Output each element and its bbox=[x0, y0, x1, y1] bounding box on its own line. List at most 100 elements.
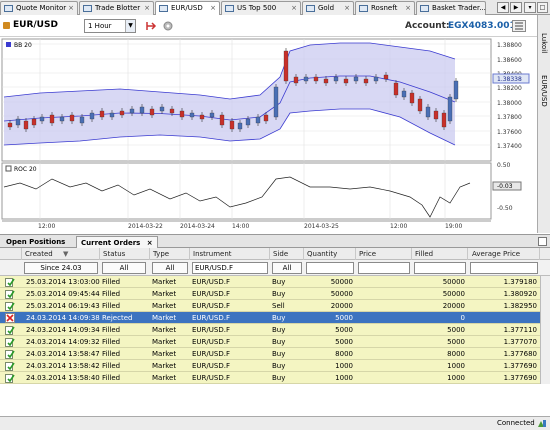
chart-icon bbox=[225, 5, 234, 12]
tab-us-top-500[interactable]: US Top 500 × bbox=[221, 1, 301, 15]
side-tab-lukoil[interactable]: Lukoil bbox=[540, 33, 548, 53]
scroll-right-icon[interactable]: ▶ bbox=[510, 2, 522, 13]
filter-type-button[interactable]: All bbox=[152, 262, 188, 274]
filter-created-button[interactable]: Since 24.03 bbox=[24, 262, 98, 274]
tab-eurusd[interactable]: EUR/USD × bbox=[155, 1, 220, 15]
draw-tool-icon[interactable] bbox=[145, 20, 157, 32]
cell-side: Buy bbox=[272, 278, 286, 286]
close-icon[interactable]: × bbox=[144, 2, 150, 15]
tab-gold[interactable]: Gold × bbox=[302, 1, 354, 15]
cell-filled: 50000 bbox=[442, 278, 465, 286]
cell-type: Market bbox=[152, 338, 177, 346]
cell-filled: 1000 bbox=[447, 362, 465, 370]
settings-gear-icon[interactable] bbox=[162, 20, 174, 32]
header-filled[interactable]: Filled bbox=[412, 248, 468, 260]
header-quantity[interactable]: Quantity bbox=[304, 248, 356, 260]
close-icon[interactable]: × bbox=[344, 2, 350, 15]
table-row[interactable]: 25.03.2014 06:19:43 Filled Market EUR/USD.F… bbox=[0, 300, 540, 312]
filter-filled-input[interactable] bbox=[414, 262, 466, 274]
filter-row: Since 24.03 All All EUR/USD.F All bbox=[0, 260, 550, 276]
close-icon[interactable]: × bbox=[68, 2, 74, 15]
table-row[interactable]: 24.03.2014 14:09:34 Filled Market EUR/USD.F… bbox=[0, 324, 540, 336]
cell-instrument: EUR/USD.F bbox=[192, 338, 230, 346]
table-row[interactable]: 25.03.2014 09:45:44 Filled Market EUR/USD.F… bbox=[0, 288, 540, 300]
price-tick: 1.37400 bbox=[497, 143, 522, 150]
maximize-icon[interactable]: □ bbox=[537, 2, 548, 13]
cell-quantity: 1000 bbox=[335, 362, 353, 370]
account-label: Account: bbox=[405, 21, 450, 31]
tab-quote-monitor[interactable]: Quote Monitor × bbox=[0, 1, 78, 15]
cell-price bbox=[356, 372, 412, 384]
roc-pane[interactable] bbox=[1, 162, 492, 220]
filled-order-icon bbox=[5, 349, 15, 359]
header-average-price[interactable]: Average Price bbox=[468, 248, 540, 260]
timeframe-select[interactable]: 1 Hour ▼ bbox=[84, 19, 136, 33]
table-scrollbar[interactable] bbox=[540, 276, 550, 384]
cell-avg: 1.377690 bbox=[503, 362, 537, 370]
time-tick: 14:00 bbox=[232, 223, 249, 230]
cell-quantity: 50000 bbox=[330, 278, 353, 286]
connection-status: Connected bbox=[497, 419, 535, 427]
cell-avg: 1.380920 bbox=[503, 290, 537, 298]
close-icon[interactable]: × bbox=[405, 2, 411, 15]
header-status[interactable]: Status bbox=[100, 248, 150, 260]
cell-instrument: EUR/USD.F bbox=[192, 362, 230, 370]
symbol-label: EUR/USD bbox=[13, 20, 58, 30]
tab-open-positions[interactable]: Open Positions bbox=[2, 236, 69, 248]
tab-list-icon[interactable]: ▾ bbox=[524, 2, 536, 13]
price-tick: 1.37800 bbox=[497, 114, 522, 121]
quote-monitor-icon bbox=[4, 5, 13, 12]
side-tab-eurusd[interactable]: EUR/USD bbox=[540, 75, 548, 107]
cell-created: 25.03.2014 09:45:44 bbox=[26, 290, 100, 298]
tab-rosneft[interactable]: Rosneft × bbox=[355, 1, 415, 15]
cell-created: 24.03.2014 14:09:34 bbox=[26, 326, 100, 334]
tab-trade-blotter[interactable]: Trade Blotter × bbox=[79, 1, 154, 15]
header-side[interactable]: Side bbox=[270, 248, 304, 260]
cell-side: Sell bbox=[272, 302, 285, 310]
cell-type: Market bbox=[152, 362, 177, 370]
cell-avg: 1.377680 bbox=[503, 350, 537, 358]
price-chart[interactable]: BB 20 ROC 20 1.38800 1.38600 1.38400 1.3… bbox=[0, 37, 537, 233]
panel-menu-icon[interactable] bbox=[538, 237, 547, 246]
cell-filled: 20000 bbox=[442, 302, 465, 310]
scroll-left-icon[interactable]: ◀ bbox=[497, 2, 509, 13]
filter-side-button[interactable]: All bbox=[272, 262, 302, 274]
menu-icon[interactable] bbox=[512, 20, 526, 32]
filter-quantity-input[interactable] bbox=[306, 262, 354, 274]
close-icon[interactable]: × bbox=[210, 2, 216, 15]
time-tick: 2014-03-22 bbox=[128, 223, 163, 230]
cell-side: Buy bbox=[272, 362, 286, 370]
tab-label: Rosneft bbox=[371, 4, 398, 12]
cell-price bbox=[356, 288, 412, 300]
cell-quantity: 50000 bbox=[330, 290, 353, 298]
price-tick: 1.38600 bbox=[497, 57, 522, 64]
tab-label: EUR/USD bbox=[171, 4, 203, 12]
tab-basket-trader[interactable]: Basket Trader... bbox=[416, 1, 486, 15]
table-row[interactable]: 24.03.2014 13:58:42 Filled Market EUR/USD.F… bbox=[0, 360, 540, 372]
filter-instrument-input[interactable]: EUR/USD.F bbox=[192, 262, 268, 274]
filter-status-button[interactable]: All bbox=[102, 262, 146, 274]
header-instrument[interactable]: Instrument bbox=[190, 248, 270, 260]
cell-status: Filled bbox=[102, 278, 121, 286]
filter-average-price-input[interactable] bbox=[470, 262, 538, 274]
close-icon[interactable]: × bbox=[291, 2, 297, 15]
cell-price bbox=[356, 312, 412, 324]
close-icon[interactable]: × bbox=[147, 239, 153, 247]
table-row[interactable]: 24.03.2014 13:58:40 Filled Market EUR/USD.F… bbox=[0, 372, 540, 384]
tab-current-orders[interactable]: Current Orders × bbox=[76, 236, 158, 248]
cell-instrument: EUR/USD.F bbox=[192, 302, 230, 310]
cell-filled: 5000 bbox=[447, 326, 465, 334]
cell-type: Market bbox=[152, 326, 177, 334]
header-type[interactable]: Type bbox=[150, 248, 190, 260]
cell-created: 24.03.2014 14:09:32 bbox=[26, 338, 100, 346]
header-price[interactable]: Price bbox=[356, 248, 412, 260]
header-created[interactable]: Created ▼ bbox=[22, 248, 100, 260]
table-row[interactable]: 24.03.2014 13:58:47 Filled Market EUR/USD.F… bbox=[0, 348, 540, 360]
chart-icon bbox=[306, 5, 315, 12]
table-row[interactable]: 24.03.2014 14:09:38 Rejected Market EUR/USD… bbox=[0, 312, 540, 324]
cell-filled: 50000 bbox=[442, 290, 465, 298]
filter-price-input[interactable] bbox=[358, 262, 410, 274]
timeframe-value: 1 Hour bbox=[88, 22, 112, 30]
table-row[interactable]: 25.03.2014 13:03:00 Filled Market EUR/USD.F… bbox=[0, 276, 540, 288]
table-row[interactable]: 24.03.2014 14:09:32 Filled Market EUR/USD.F… bbox=[0, 336, 540, 348]
